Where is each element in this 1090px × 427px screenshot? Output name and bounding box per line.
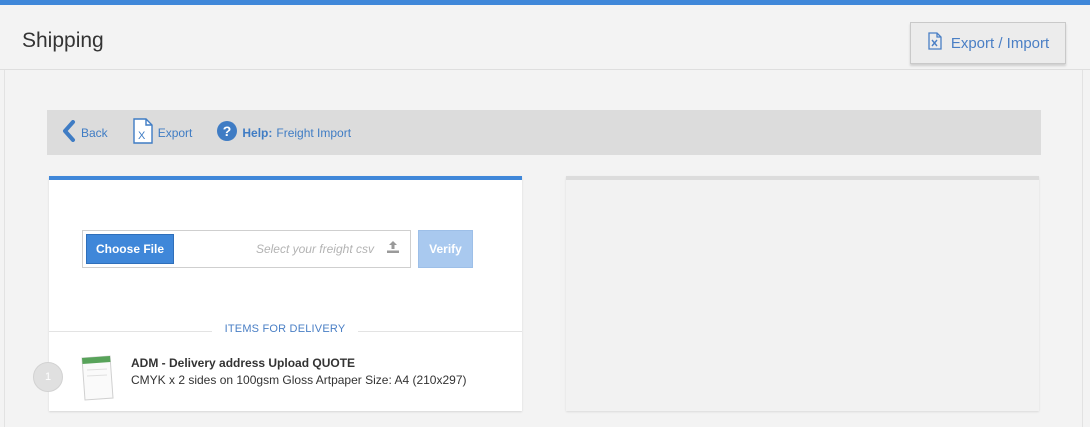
freight-upload-panel: Choose File Select your freight csv Veri… <box>33 176 522 411</box>
item-number-badge: 1 <box>33 362 63 392</box>
svg-text:?: ? <box>223 123 232 139</box>
content-border-right <box>1082 70 1083 427</box>
export-button[interactable]: X Export <box>132 118 193 147</box>
items-for-delivery-heading: ITEMS FOR DELIVERY <box>212 323 358 335</box>
product-thumbnail <box>79 354 115 407</box>
verify-button[interactable]: Verify <box>418 230 473 268</box>
item-title: ADM - Delivery address Upload QUOTE <box>131 356 356 370</box>
question-circle-icon: ? <box>216 120 238 145</box>
page-header: Shipping Export / Import <box>0 0 1090 70</box>
help-label: Freight Import <box>276 125 352 140</box>
item-description: CMYK x 2 sides on 100gsm Gloss Artpaper … <box>131 373 467 387</box>
action-toolbar: Back X Export ? Help: Freight Import <box>47 110 1041 155</box>
export-label: Export <box>157 125 193 140</box>
excel-file-icon <box>927 32 943 54</box>
upload-icon[interactable] <box>386 240 400 259</box>
help-prefix: Help: <box>242 125 273 140</box>
export-import-button[interactable]: Export / Import <box>910 22 1066 64</box>
help-link[interactable]: ? Help: Freight Import <box>216 120 351 145</box>
back-label: Back <box>81 125 108 140</box>
file-input-box[interactable]: Choose File Select your freight csv <box>82 230 411 268</box>
choose-file-button[interactable]: Choose File <box>86 234 174 264</box>
page-title: Shipping <box>22 29 104 52</box>
list-item: 1 ADM - Delivery address Upload QUOTE CM… <box>33 350 522 410</box>
svg-text:X: X <box>138 130 146 142</box>
preview-panel <box>566 176 1039 411</box>
excel-file-icon: X <box>132 118 154 147</box>
export-import-label: Export / Import <box>950 34 1050 52</box>
chevron-left-icon <box>61 120 77 145</box>
file-placeholder: Select your freight csv <box>255 242 374 256</box>
back-button[interactable]: Back <box>61 120 108 145</box>
content-border-left <box>4 70 5 427</box>
